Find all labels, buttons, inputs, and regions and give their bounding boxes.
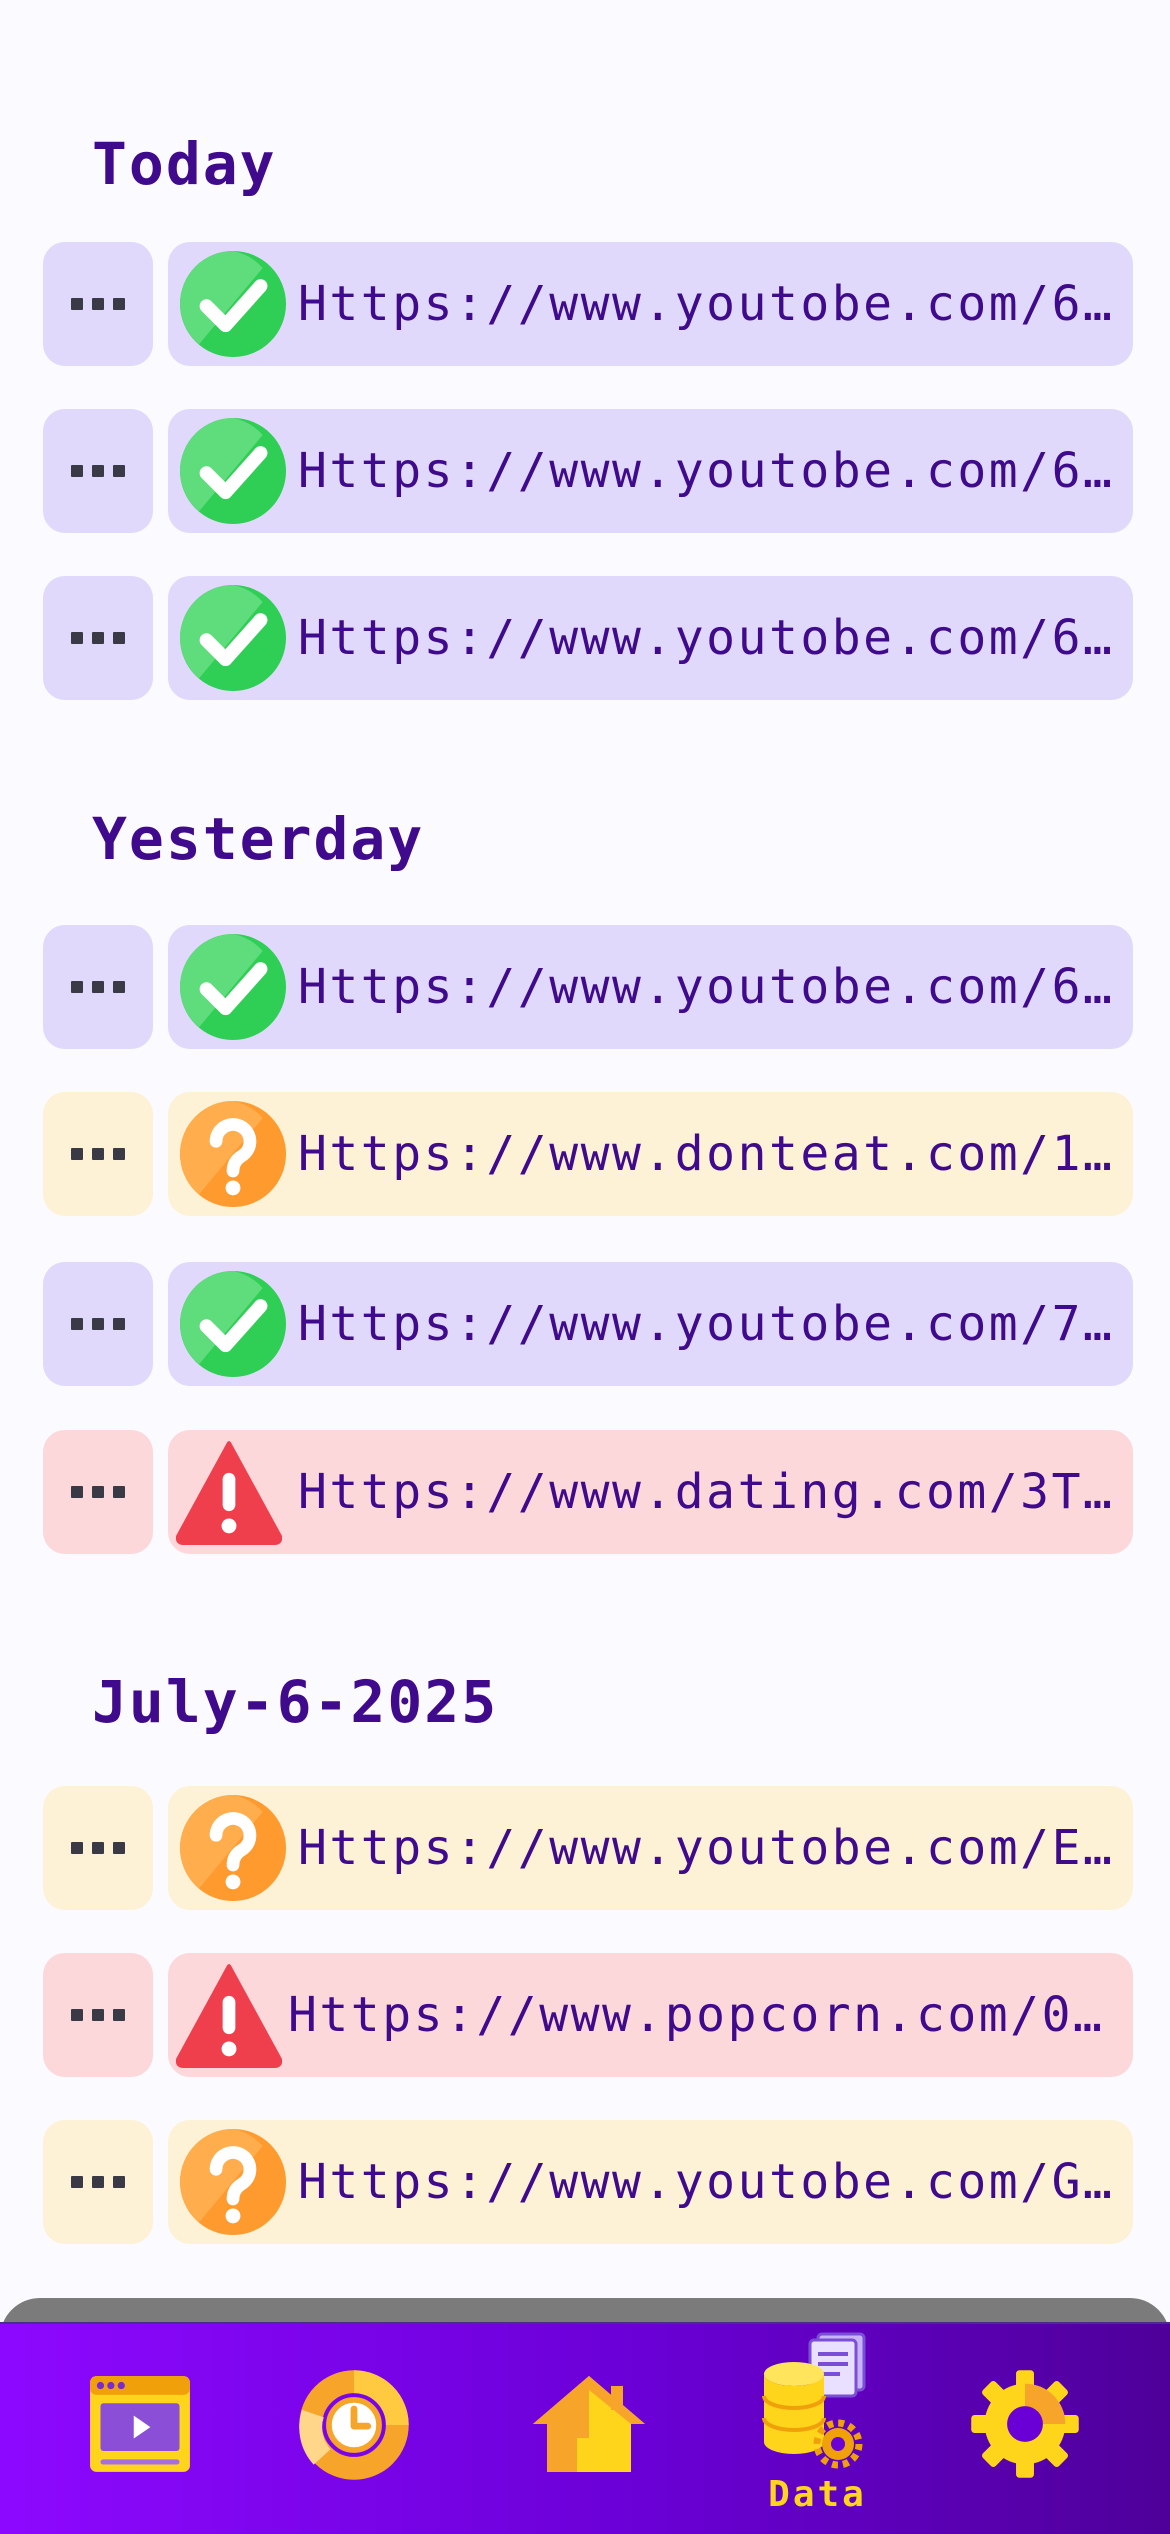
more-options-button[interactable] <box>43 576 153 700</box>
url-entry[interactable]: Https://www.youtobe.com/6... <box>168 409 1133 533</box>
home-icon <box>533 2376 645 2472</box>
url-text: Https://www.donteat.com/1... <box>298 1126 1123 1182</box>
check-circle-icon <box>180 418 286 524</box>
bottom-nav-bar: Data <box>0 2322 1170 2534</box>
url-entry[interactable]: Https://www.youtobe.com/6... <box>168 242 1133 366</box>
question-circle-icon <box>180 2129 286 2235</box>
url-entry[interactable]: Https://www.popcorn.com/0... <box>168 1953 1133 2077</box>
nav-label-data: Data <box>768 2474 867 2515</box>
video-window-icon <box>90 2376 190 2472</box>
warning-triangle-icon <box>176 1962 282 2068</box>
url-entry[interactable]: Https://www.dating.com/3T... <box>168 1430 1133 1554</box>
url-entry[interactable]: Https://www.youtobe.com/6... <box>168 925 1133 1049</box>
url-entry[interactable]: Https://www.youtobe.com/6... <box>168 576 1133 700</box>
check-circle-icon <box>180 934 286 1040</box>
question-circle-icon <box>180 1795 286 1901</box>
question-circle-icon <box>180 1101 286 1207</box>
check-circle-icon <box>180 251 286 357</box>
history-item: Https://www.donteat.com/1... <box>43 1092 1133 1216</box>
section-title-date: July-6-2025 <box>92 1668 499 1736</box>
more-options-button[interactable] <box>43 242 153 366</box>
url-text: Https://www.dating.com/3T... <box>298 1464 1123 1520</box>
database-icon <box>762 2332 866 2469</box>
history-item: Https://www.youtobe.com/6... <box>43 409 1133 533</box>
history-item: Https://www.youtobe.com/6... <box>43 242 1133 366</box>
url-text: Https://www.popcorn.com/0... <box>288 1987 1123 2043</box>
history-item: Https://www.youtobe.com/6... <box>43 576 1133 700</box>
url-text: Https://www.youtobe.com/E... <box>298 1820 1123 1876</box>
nav-item-videos[interactable] <box>80 2324 200 2534</box>
check-circle-icon <box>180 1271 286 1377</box>
more-options-button[interactable] <box>43 1262 153 1386</box>
more-options-button[interactable] <box>43 925 153 1049</box>
url-text: Https://www.youtobe.com/G... <box>298 2154 1123 2210</box>
history-item: Https://www.youtobe.com/6... <box>43 925 1133 1049</box>
url-text: Https://www.youtobe.com/6... <box>298 959 1123 1015</box>
url-text: Https://www.youtobe.com/6... <box>298 610 1123 666</box>
nav-item-home[interactable] <box>525 2324 655 2534</box>
url-entry[interactable]: Https://www.youtobe.com/E... <box>168 1786 1133 1910</box>
more-options-button[interactable] <box>43 1953 153 2077</box>
check-circle-icon <box>180 585 286 691</box>
nav-item-activity[interactable] <box>295 2324 415 2534</box>
history-item: Https://www.dating.com/3T... <box>43 1430 1133 1554</box>
more-options-button[interactable] <box>43 409 153 533</box>
gear-icon <box>971 2370 1079 2478</box>
warning-triangle-icon <box>176 1439 282 1545</box>
url-text: Https://www.youtobe.com/6... <box>298 443 1123 499</box>
section-title-today: Today <box>92 130 277 198</box>
history-item: Https://www.youtobe.com/E... <box>43 1786 1133 1910</box>
section-title-yesterday: Yesterday <box>92 805 425 873</box>
url-text: Https://www.youtobe.com/6... <box>298 276 1123 332</box>
more-options-button[interactable] <box>43 1430 153 1554</box>
more-options-button[interactable] <box>43 1092 153 1216</box>
time-chart-icon <box>299 2370 409 2480</box>
url-entry[interactable]: Https://www.youtobe.com/7... <box>168 1262 1133 1386</box>
more-options-button[interactable] <box>43 2120 153 2244</box>
history-item: Https://www.youtobe.com/7... <box>43 1262 1133 1386</box>
url-text: Https://www.youtobe.com/7... <box>298 1296 1123 1352</box>
nav-item-settings[interactable] <box>965 2324 1085 2534</box>
url-entry[interactable]: Https://www.youtobe.com/G... <box>168 2120 1133 2244</box>
nav-item-data[interactable]: Data <box>750 2324 885 2534</box>
url-entry[interactable]: Https://www.donteat.com/1... <box>168 1092 1133 1216</box>
more-options-button[interactable] <box>43 1786 153 1910</box>
history-item: Https://www.youtobe.com/G... <box>43 2120 1133 2244</box>
history-item: Https://www.popcorn.com/0... <box>43 1953 1133 2077</box>
